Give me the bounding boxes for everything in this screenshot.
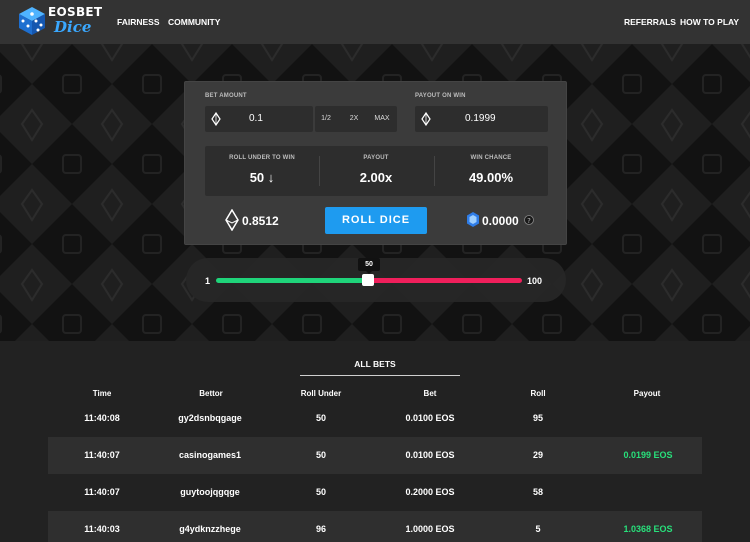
win-chance-label: WIN CHANCE (470, 155, 512, 161)
table-row: 11:40:07 guytoojqgqge 50 0.2000 EOS 58 (48, 474, 702, 511)
roll-stats: ROLL UNDER TO WIN 50 ↓ PAYOUT 2.00x WIN … (205, 146, 548, 196)
cell-bettor: guytoojqgqge (180, 487, 240, 497)
bet-amount-value: 0.1 (249, 113, 263, 124)
cell-time: 11:40:08 (84, 413, 120, 423)
cell-payout (608, 400, 688, 437)
cell-bettor: gy2dsnbqgage (178, 413, 242, 423)
roll-under-label: ROLL UNDER TO WIN (229, 155, 295, 161)
slider-track-win[interactable] (216, 278, 368, 283)
cell-payout: 0.0199 EOS (623, 450, 673, 460)
column-header-bettor: Bettor (199, 389, 223, 398)
cell-roll: 29 (532, 450, 543, 460)
cell-bet: 0.0100 EOS (405, 413, 455, 423)
eos-balance-icon (225, 209, 239, 231)
cell-time: 11:40:03 (84, 524, 120, 534)
column-header-roll: Roll (530, 389, 546, 398)
roll-under-value: 50 ↓ (249, 170, 275, 185)
tab-underline (300, 375, 460, 376)
payout-on-win-label: PAYOUT ON WIN (415, 93, 466, 99)
slider-min-label: 1 (205, 276, 211, 286)
nav-link-referrals[interactable]: REFERRALS (624, 17, 676, 27)
roll-dice-button[interactable]: ROLL DICE (325, 207, 427, 234)
cell-bettor: g4ydknzzhege (179, 524, 241, 534)
bet-amount-label: BET AMOUNT (205, 93, 247, 99)
eos-balance-value: 0.8512 (242, 214, 279, 228)
slider-value-tooltip: 50 (358, 258, 380, 271)
slider-max-label: 100 (527, 276, 543, 286)
max-bet-button[interactable]: MAX (369, 115, 395, 122)
double-bet-button[interactable]: 2X (343, 115, 365, 122)
dice-logo-icon[interactable] (16, 5, 48, 37)
cell-bet: 1.0000 EOS (405, 524, 455, 534)
payout-on-win-field: 0.1999 (415, 106, 548, 132)
roll-under-stat[interactable]: ROLL UNDER TO WIN 50 ↓ (205, 146, 319, 196)
brand-name-bottom: Dice (54, 18, 92, 36)
bet-modifier-group: 1/2 2X MAX (315, 106, 397, 132)
cell-roll: 5 (535, 524, 541, 534)
brand-logo[interactable]: EOSBET Dice (48, 6, 102, 36)
cell-roll-under: 50 (315, 450, 326, 460)
nav-link-how-to-play[interactable]: HOW TO PLAY (680, 17, 739, 27)
cell-roll-under: 50 (315, 487, 326, 497)
nav-link-fairness[interactable]: FAIRNESS (117, 17, 160, 27)
svg-text:?: ? (527, 217, 531, 225)
token-balance-value: 0.0000 (482, 214, 519, 228)
tab-all-bets[interactable]: ALL BETS (300, 359, 450, 369)
cell-payout (608, 474, 688, 511)
win-chance-value: 49.00% (468, 170, 514, 185)
column-header-bet: Bet (423, 389, 437, 398)
payout-multiplier-value: 2.00x (359, 170, 393, 185)
cell-time: 11:40:07 (84, 487, 120, 497)
slider-track-lose[interactable] (368, 278, 522, 283)
eos-icon (421, 112, 431, 126)
eos-icon (211, 112, 221, 126)
cell-payout: 1.0368 EOS (623, 524, 673, 534)
payout-label: PAYOUT (363, 155, 389, 161)
column-header-roll-under: Roll Under (300, 389, 342, 398)
cell-time: 11:40:07 (84, 450, 120, 460)
nav-link-community[interactable]: COMMUNITY (168, 17, 220, 27)
column-header-time: Time (92, 389, 112, 398)
bet-amount-input[interactable]: 0.1 (205, 106, 313, 132)
cell-roll: 58 (532, 487, 543, 497)
top-nav: EOSBET Dice FAIRNESS COMMUNITY REFERRALS… (0, 0, 750, 44)
bet-token-icon (467, 212, 479, 227)
payout-on-win-value: 0.1999 (465, 113, 496, 124)
table-row: 11:40:07 casinogames1 50 0.0100 EOS 29 0.0199… (48, 437, 702, 474)
table-row: 11:40:03 g4ydknzzhege 96 1.0000 EOS 5 1.0368 … (48, 511, 702, 542)
bet-panel: BET AMOUNT 0.1 1/2 2X MAX PAYOUT ON WIN … (184, 81, 567, 245)
cell-roll-under: 50 (315, 413, 326, 423)
question-icon[interactable]: ? (524, 215, 534, 225)
cell-bettor: casinogames1 (178, 450, 242, 460)
half-bet-button[interactable]: 1/2 (315, 115, 337, 122)
win-chance-stat: WIN CHANCE 49.00% (434, 146, 548, 196)
cell-bet: 0.2000 EOS (405, 487, 455, 497)
column-header-payout: Payout (633, 389, 661, 398)
payout-stat: PAYOUT 2.00x (319, 146, 433, 196)
cell-roll: 95 (532, 413, 543, 423)
table-row: 11:40:08 gy2dsnbqgage 50 0.0100 EOS 95 (48, 400, 702, 437)
slider-thumb[interactable] (362, 274, 374, 286)
cell-roll-under: 96 (315, 524, 326, 534)
cell-bet: 0.0100 EOS (405, 450, 455, 460)
